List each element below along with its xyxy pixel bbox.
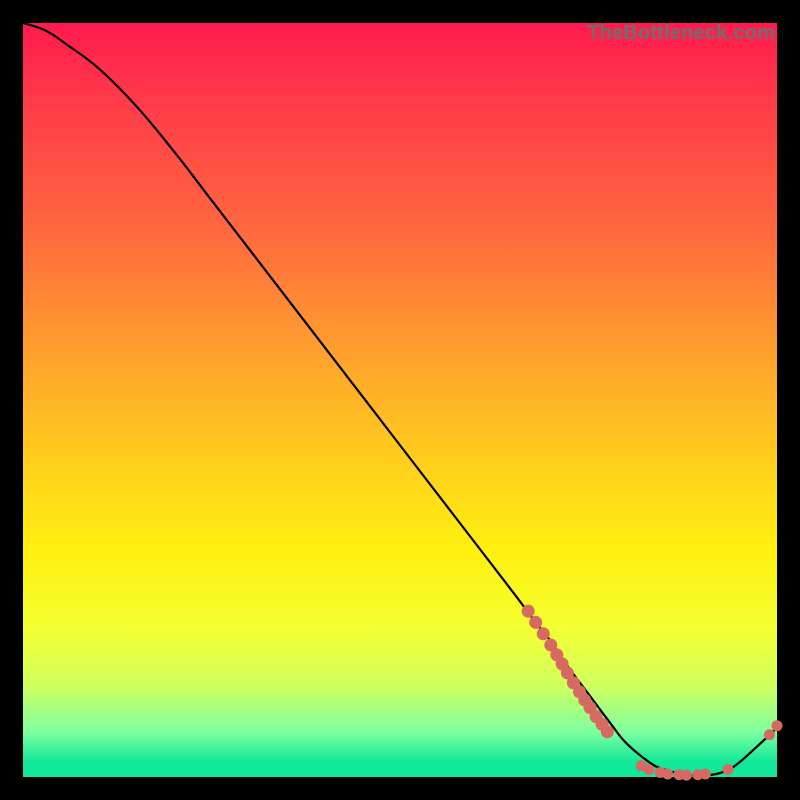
- data-marker: [681, 770, 692, 781]
- plot-area: TheBottleneck.com: [23, 23, 777, 777]
- data-marker: [601, 725, 614, 738]
- chart-overlay: [23, 23, 777, 777]
- data-marker: [722, 764, 733, 775]
- marker-layer: [522, 605, 783, 781]
- data-marker: [537, 627, 550, 640]
- data-marker: [772, 720, 783, 731]
- data-marker: [662, 768, 673, 779]
- data-marker: [529, 616, 542, 629]
- chart-stage: TheBottleneck.com: [0, 0, 800, 800]
- data-marker: [643, 764, 654, 775]
- bottleneck-curve: [23, 23, 777, 776]
- data-marker: [764, 729, 775, 740]
- data-marker: [700, 768, 711, 779]
- data-marker: [522, 605, 535, 618]
